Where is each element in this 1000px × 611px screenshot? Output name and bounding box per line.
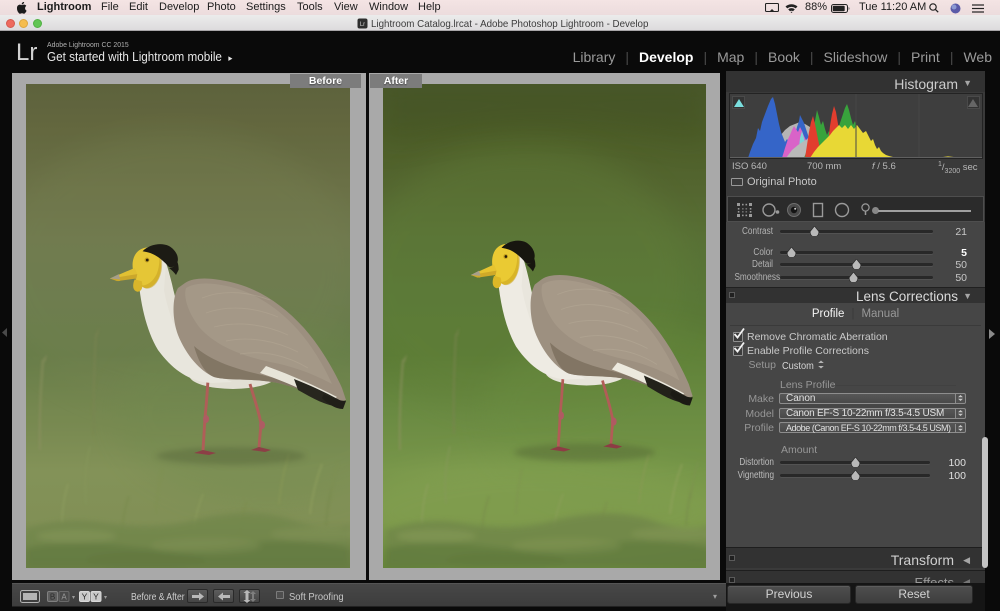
svg-text:B: B (50, 593, 55, 602)
svg-text:Lr: Lr (360, 22, 365, 28)
svg-text:Y: Y (93, 592, 99, 602)
svg-text:A: A (61, 593, 67, 602)
svg-text:Y: Y (82, 592, 88, 602)
